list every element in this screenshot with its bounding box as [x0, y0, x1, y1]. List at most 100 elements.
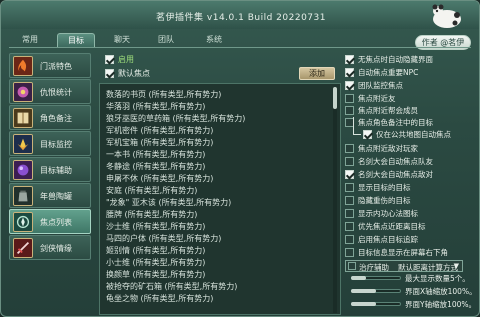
option-label: 焦点附近友	[358, 94, 396, 103]
tab-common[interactable]: 常用	[11, 33, 49, 47]
slider-label: 界面X轴缩放100%。	[405, 287, 477, 296]
sidebar-item-threat[interactable]: 仇恨统计	[9, 79, 91, 104]
checkbox[interactable]	[345, 55, 354, 64]
enable-check-icon[interactable]	[105, 55, 114, 64]
list-item[interactable]: 狼牙巫医的草药箱 (所有类型,所有势力)	[106, 113, 245, 124]
tab-team[interactable]: 团队	[147, 33, 185, 47]
sidebar-item-label: 目标监控	[40, 140, 72, 149]
option-auto-hide[interactable]: 无焦点时自动隐藏界面	[345, 54, 433, 65]
compass-icon	[13, 212, 33, 232]
slider-label: 界面Y轴缩放100%。	[405, 300, 477, 309]
jar-icon	[13, 186, 33, 206]
checkbox[interactable]	[363, 130, 372, 139]
flame-icon	[13, 56, 33, 76]
checkbox[interactable]	[345, 248, 354, 257]
list-item[interactable]: 姬别情 (所有类型,所有势力)	[106, 245, 205, 256]
option-public-map-only[interactable]: 仅在公共地图自动焦点	[363, 129, 451, 140]
heal-assist-checkbox[interactable]	[348, 262, 356, 270]
plugin-window: 茗伊插件集 v14.0.1 Build 20220731 作者 @茗伊 常用 目…	[0, 0, 480, 317]
dropdown-label: 默认距离计算方式	[398, 263, 458, 272]
option-label: 自动焦点重要NPC	[358, 68, 419, 77]
list-scroll-thumb[interactable]	[333, 87, 337, 109]
option-target-of-target[interactable]: 显示目标的目标	[345, 182, 411, 193]
sword-icon	[13, 238, 33, 258]
sidebar-item-jx3[interactable]: 剑侠情缘	[9, 235, 91, 260]
tab-target[interactable]: 目标	[57, 33, 95, 47]
checkbox[interactable]	[345, 170, 354, 179]
enable-checkbox[interactable]: 启用	[105, 54, 134, 65]
option-important-npc[interactable]: 自动焦点重要NPC	[345, 67, 418, 78]
sidebar-item-label: 门派特色	[40, 62, 72, 71]
list-item[interactable]: 被抢夺的矿石箱 (所有类型,所有势力)	[106, 281, 237, 292]
checkbox[interactable]	[345, 144, 354, 153]
option-label: 隐藏重伤的目标	[358, 196, 411, 205]
option-arena-enemy[interactable]: 名剑大会自动焦点敌对	[345, 169, 433, 180]
option-label: 焦点附近敌对玩家	[358, 144, 418, 153]
list-item[interactable]: 华落羽 (所有类型,所有势力)	[106, 101, 205, 112]
list-scrollbar[interactable]	[333, 87, 337, 313]
tab-system[interactable]: 系统	[195, 33, 233, 47]
sidebar-item-school[interactable]: 门派特色	[9, 53, 91, 78]
checkbox[interactable]	[345, 94, 354, 103]
option-nearby-enemy[interactable]: 焦点附近敌对玩家	[345, 143, 418, 154]
checkbox[interactable]	[345, 106, 354, 115]
option-arena-teammate[interactable]: 名剑大会自动焦点队友	[345, 156, 433, 167]
checkbox[interactable]	[345, 196, 354, 205]
sidebar-item-notes[interactable]: 角色备注	[9, 105, 91, 130]
window-title: 茗伊插件集 v14.0.1 Build 20220731	[156, 13, 326, 23]
option-hide-dying[interactable]: 隐藏重伤的目标	[345, 195, 411, 206]
sidebar-item-assist[interactable]: 目标辅助	[9, 157, 91, 182]
list-item[interactable]: 申屠不休 (所有类型,所有势力)	[106, 173, 213, 184]
list-item[interactable]: 安庭 (所有类型,所有势力)	[106, 185, 197, 196]
option-nearby-guild[interactable]: 焦点附近帮会成员	[345, 105, 418, 116]
focus-list[interactable]: 数落的书页 (所有类型,所有势力) 华落羽 (所有类型,所有势力) 狼牙巫医的草…	[99, 83, 341, 315]
sidebar-item-monitor[interactable]: 目标监控	[9, 131, 91, 156]
sidebar-item-label: 仇恨统计	[40, 88, 72, 97]
tree-branch-icon	[353, 117, 361, 135]
option-team-monitor[interactable]: 团队监控焦点	[345, 80, 403, 91]
list-item[interactable]: 龟坐之物 (所有类型,所有势力)	[106, 293, 213, 304]
default-focus-checkbox[interactable]: 默认焦点	[105, 68, 150, 79]
option-nearby-friend[interactable]: 焦点附近友	[345, 93, 396, 104]
distance-mode-dropdown[interactable]: 治疗辅助 默认距离计算方式 ▼	[345, 260, 463, 272]
checkbox[interactable]	[345, 183, 354, 192]
sidebar-item-focus-list[interactable]: 焦点列表	[9, 209, 91, 234]
checkbox[interactable]	[345, 81, 354, 90]
add-button[interactable]: 添加	[299, 67, 335, 80]
list-item[interactable]: 腰牌 (所有类型,所有势力)	[106, 209, 197, 220]
list-item[interactable]: 一本书 (所有类型,所有势力)	[106, 149, 205, 160]
list-item[interactable]: 小士维 (所有类型,所有势力)	[106, 257, 205, 268]
option-tracking[interactable]: 启用焦点目标追踪	[345, 234, 418, 245]
option-info-bottom-right[interactable]: 目标信息显示在屏幕右下角	[345, 247, 448, 258]
list-item[interactable]: 沙士维 (所有类型,所有势力)	[106, 221, 205, 232]
option-kungfu-icon[interactable]: 显示内功心法图标	[345, 208, 418, 219]
option-label: 焦点附近帮会成员	[358, 106, 418, 115]
sidebar-item-jar[interactable]: 年兽陶罐	[9, 183, 91, 208]
sidebar-item-label: 角色备注	[40, 114, 72, 123]
orb-icon	[13, 160, 33, 180]
option-label: 显示内功心法图标	[358, 209, 418, 218]
checkbox[interactable]	[345, 222, 354, 231]
book-icon	[13, 108, 33, 128]
checkbox[interactable]	[345, 209, 354, 218]
list-item[interactable]: 冬静途 (所有类型,所有势力)	[106, 161, 205, 172]
tab-bar: 常用 目标 聊天 团队 系统	[9, 33, 269, 47]
list-item[interactable]: "龙象" 亚木该 (所有类型,所有势力)	[106, 197, 231, 208]
checkbox[interactable]	[345, 235, 354, 244]
list-item[interactable]: 军机宝箱 (所有类型,所有势力)	[106, 137, 213, 148]
sidebar-item-label: 剑侠情缘	[40, 244, 72, 253]
checkbox[interactable]	[345, 157, 354, 166]
option-prefer-near[interactable]: 优先焦点近距离目标	[345, 221, 426, 232]
title-bar[interactable]: 茗伊插件集 v14.0.1 Build 20220731	[1, 1, 479, 29]
default-focus-check-icon[interactable]	[105, 69, 114, 78]
list-item[interactable]: 换颜草 (所有类型,所有势力)	[106, 269, 205, 280]
option-label: 无焦点时自动隐藏界面	[358, 55, 433, 64]
list-item[interactable]: 军机密件 (所有类型,所有势力)	[106, 125, 213, 136]
panda-mascot-icon	[432, 4, 461, 28]
list-item[interactable]: 数落的书页 (所有类型,所有势力)	[106, 89, 221, 100]
tab-divider	[9, 47, 471, 48]
tab-chat[interactable]: 聊天	[103, 33, 141, 47]
checkbox[interactable]	[345, 68, 354, 77]
list-item[interactable]: 马四的户体 (所有类型,所有势力)	[106, 233, 221, 244]
sidebar-item-label: 年兽陶罐	[40, 192, 72, 201]
